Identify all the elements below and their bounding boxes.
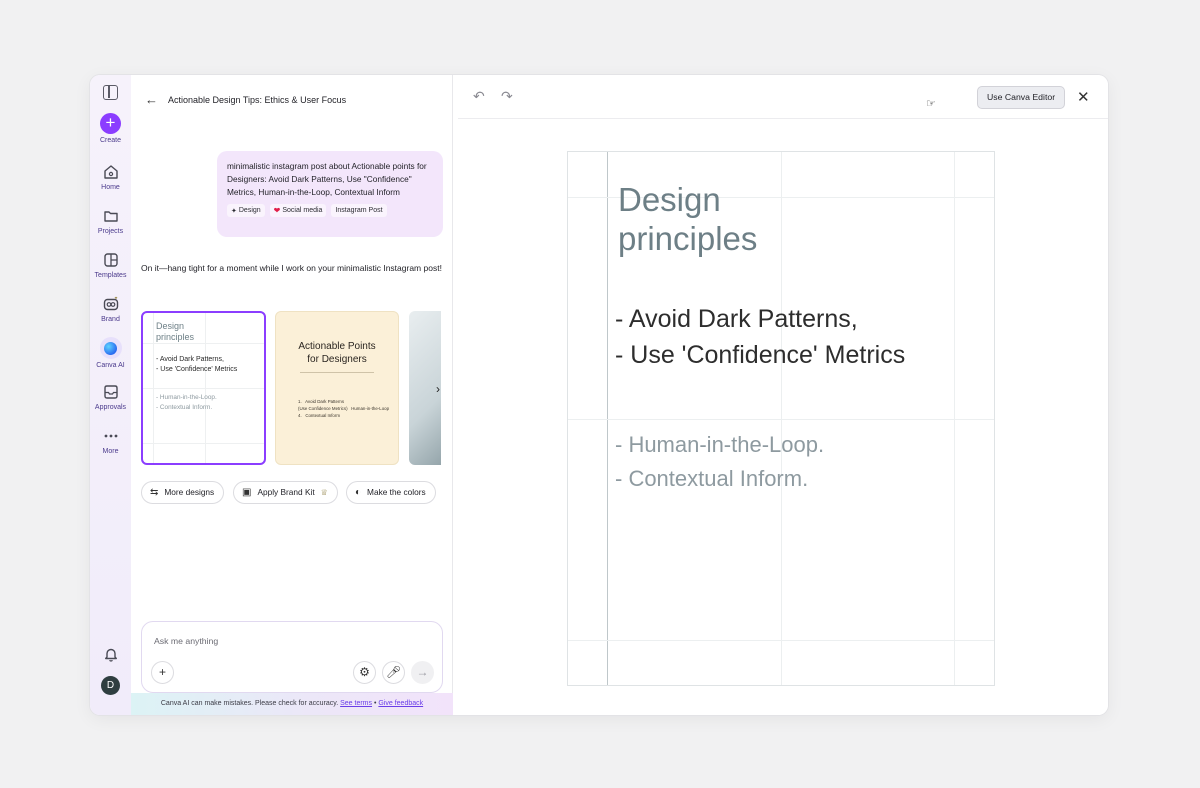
bell-icon[interactable]	[102, 645, 120, 663]
chat-panel: ← Actionable Design Tips: Ethics & User …	[131, 75, 453, 715]
rail-canva-ai-label: Canva AI	[96, 362, 125, 369]
ai-response-text: On it—hang tight for a moment while I wo…	[141, 263, 442, 273]
tag-instagram-post: Instagram Post	[331, 204, 387, 217]
tag-social-media: ❤ Social media	[269, 204, 327, 217]
approvals-icon	[103, 385, 118, 399]
design-card-2[interactable]: Actionable Points for Designers 1. Avoid…	[275, 311, 399, 465]
card2-title: Actionable Points for Designers	[298, 341, 376, 365]
canva-ai-icon	[99, 337, 122, 359]
rail-templates-label: Templates	[94, 272, 127, 279]
rail-create-label: Create	[99, 137, 121, 144]
side-rail: + Create Home Projects Templates Brand C…	[90, 75, 131, 715]
avatar[interactable]: D	[101, 676, 120, 695]
user-message-text: minimalistic instagram post about Action…	[227, 161, 427, 197]
disclaimer-text: Canva AI can make mistakes. Please check…	[160, 700, 339, 707]
apply-brand-kit-chip[interactable]: ▣ Apply Brand Kit ♕	[233, 481, 338, 504]
prompt-tags: ✦ Design ❤ Social media Instagram Post	[227, 204, 433, 217]
plus-icon: +	[158, 665, 166, 679]
rail-account[interactable]: D	[90, 676, 131, 695]
arrow-right-icon: →	[416, 665, 429, 679]
home-icon	[103, 165, 118, 179]
rail-more[interactable]: More	[90, 427, 131, 455]
rail-create[interactable]: + Create	[90, 113, 131, 144]
disclaimer-footer: Canva AI can make mistakes. Please check…	[131, 693, 453, 715]
mouse-cursor-icon: ☞	[926, 98, 936, 110]
card1-points-light: - Human-in-the-Loop. - Contextual Inform…	[156, 394, 217, 411]
chat-header: ← Actionable Design Tips: Ethics & User …	[145, 92, 346, 107]
tag-design: ✦ Design	[227, 204, 265, 217]
app-window: + Create Home Projects Templates Brand C…	[90, 75, 1108, 715]
close-icon[interactable]: ✕	[1077, 88, 1090, 106]
rail-canva-ai[interactable]: Canva AI	[90, 337, 131, 369]
design-carousel: Design principles - Avoid Dark Patterns,…	[141, 311, 441, 467]
folder-icon	[103, 211, 118, 222]
card1-title: Design principles	[156, 321, 195, 342]
more-designs-chip[interactable]: ⇆ More designs	[141, 481, 225, 504]
canvas-title[interactable]: Design principles	[618, 180, 757, 258]
rail-brand[interactable]: Brand	[90, 295, 131, 323]
give-feedback-link[interactable]: Give feedback	[378, 700, 423, 707]
chat-composer: + ⚙ 🎤︎ →	[141, 621, 443, 693]
rail-home[interactable]: Home	[90, 163, 131, 191]
rail-notifications[interactable]	[90, 645, 131, 663]
plus-icon[interactable]: +	[100, 113, 121, 134]
see-terms-link[interactable]: See terms	[340, 700, 372, 707]
shuffle-icon: ⇆	[150, 487, 159, 498]
rail-projects[interactable]: Projects	[90, 207, 131, 235]
rail-brand-label: Brand	[101, 316, 120, 323]
brand-kit-icon: ▣	[242, 487, 252, 498]
gear-icon: ⚙	[359, 665, 370, 679]
design-canvas[interactable]: Design principles - Avoid Dark Patterns,…	[567, 151, 995, 686]
rail-projects-label: Projects	[97, 228, 124, 235]
canvas-points-dark[interactable]: - Avoid Dark Patterns, - Use 'Confidence…	[615, 301, 905, 373]
card2-divider	[300, 372, 374, 373]
chevron-right-icon[interactable]: ›	[430, 382, 441, 398]
panel-toggle-icon[interactable]	[103, 85, 118, 100]
microphone-button[interactable]: 🎤︎	[382, 661, 405, 684]
design-card-1[interactable]: Design principles - Avoid Dark Patterns,…	[141, 311, 266, 465]
editor-toolbar: ↶ ↷ Use Canva Editor ✕	[458, 75, 1108, 119]
editor-preview: ↶ ↷ Use Canva Editor ✕ Design principles…	[458, 75, 1108, 715]
user-message-bubble: minimalistic instagram post about Action…	[217, 151, 443, 237]
microphone-icon: 🎤︎	[385, 665, 402, 679]
brand-icon	[103, 296, 118, 311]
templates-icon	[103, 253, 118, 267]
use-canva-editor-button[interactable]: Use Canva Editor	[977, 86, 1066, 109]
rail-home-label: Home	[101, 184, 120, 191]
send-button[interactable]: →	[411, 661, 434, 684]
redo-icon[interactable]: ↷	[501, 88, 513, 105]
ask-input[interactable]	[154, 636, 414, 646]
card1-points-dark: - Avoid Dark Patterns, - Use 'Confidence…	[156, 356, 238, 373]
crown-icon: ♕	[320, 488, 328, 497]
add-attachment-button[interactable]: +	[151, 661, 174, 684]
back-arrow-icon[interactable]: ←	[145, 92, 158, 107]
heart-icon: ❤	[273, 206, 281, 215]
card2-list: 1. Avoid Dark Patterns (Use Confidence M…	[298, 399, 390, 418]
rail-approvals[interactable]: Approvals	[90, 383, 131, 411]
chat-title: Actionable Design Tips: Ethics & User Fo…	[168, 94, 347, 105]
more-dots-icon	[104, 434, 117, 438]
canvas-points-light[interactable]: - Human-in-the-Loop. - Contextual Inform…	[615, 428, 824, 496]
settings-button[interactable]: ⚙	[353, 661, 376, 684]
footer-separator: •	[373, 700, 377, 707]
rail-templates[interactable]: Templates	[90, 251, 131, 279]
rail-more-label: More	[102, 448, 119, 455]
make-colors-chip[interactable]: ◐ Make the colors	[346, 481, 436, 504]
action-chips: ⇆ More designs ▣ Apply Brand Kit ♕ ◐ Mak…	[141, 481, 443, 505]
rail-approvals-label: Approvals	[94, 404, 127, 411]
undo-icon[interactable]: ↶	[473, 88, 485, 105]
sparkle-icon: ✦	[231, 207, 237, 215]
palette-icon: ◐	[355, 487, 362, 498]
